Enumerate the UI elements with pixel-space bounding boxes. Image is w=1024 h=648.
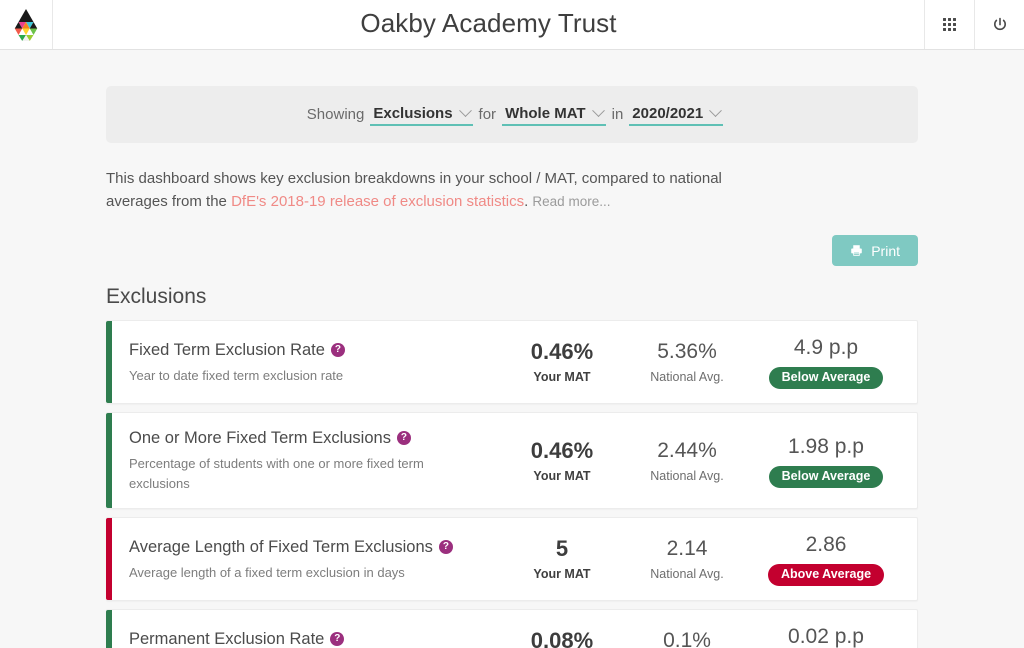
metric-card-body: Permanent Exclusion Rate ? Year to date … bbox=[112, 610, 917, 648]
report-type-select[interactable]: Exclusions bbox=[370, 103, 473, 126]
your-value-label: Your MAT bbox=[533, 468, 591, 483]
description-line-2-prefix: averages from the bbox=[106, 193, 232, 210]
year-select[interactable]: 2020/2021 bbox=[629, 103, 724, 126]
metric-info: Average Length of Fixed Term Exclusions … bbox=[129, 536, 501, 583]
national-value-label: National Avg. bbox=[650, 567, 724, 581]
apps-menu-button[interactable] bbox=[924, 0, 974, 49]
brand-logo[interactable] bbox=[0, 0, 53, 49]
metric-card-body: One or More Fixed Term Exclusions ? Perc… bbox=[112, 413, 917, 508]
difference-value: 0.02 p.p bbox=[788, 625, 864, 648]
toolbar: Print bbox=[106, 235, 918, 266]
oakby-triangle-logo bbox=[14, 8, 38, 41]
status-badge: Below Average bbox=[768, 465, 884, 488]
for-label: for bbox=[478, 106, 497, 123]
dashboard-description: This dashboard shows key exclusion break… bbox=[106, 167, 746, 213]
metrics-list: Fixed Term Exclusion Rate ? Year to date… bbox=[106, 320, 918, 648]
national-value: 0.1% bbox=[663, 629, 711, 648]
year-value: 2020/2021 bbox=[632, 104, 704, 122]
difference-value: 4.9 p.p bbox=[793, 336, 859, 359]
national-value-column: 0.1% National Avg. bbox=[623, 628, 751, 648]
metric-title-text: One or More Fixed Term Exclusions bbox=[129, 429, 391, 447]
metric-info: One or More Fixed Term Exclusions ? Perc… bbox=[129, 427, 501, 494]
print-button[interactable]: Print bbox=[832, 235, 918, 266]
page-title: Oakby Academy Trust bbox=[360, 8, 617, 38]
your-value-column: 0.08% Your MAT bbox=[501, 628, 623, 648]
difference-value: 1.98 p.p bbox=[788, 434, 864, 458]
your-value-column: 0.46% Your MAT bbox=[501, 339, 623, 385]
your-value: 5 bbox=[555, 536, 569, 561]
metric-card[interactable]: One or More Fixed Term Exclusions ? Perc… bbox=[106, 412, 918, 509]
showing-label: Showing bbox=[306, 106, 365, 123]
metric-card-body: Fixed Term Exclusion Rate ? Year to date… bbox=[112, 321, 917, 403]
metric-card[interactable]: Average Length of Fixed Term Exclusions … bbox=[106, 517, 918, 601]
your-value: 0.46% bbox=[530, 339, 594, 364]
difference-value: 2.86 bbox=[805, 533, 847, 556]
chevron-down-icon bbox=[591, 103, 605, 117]
header-actions bbox=[924, 0, 1024, 49]
difference-column: 1.98 p.p Below Average bbox=[751, 434, 901, 488]
your-value-label: Your MAT bbox=[533, 370, 591, 384]
metric-title: Fixed Term Exclusion Rate ? bbox=[129, 339, 491, 361]
metric-description: Average length of a fixed term exclusion… bbox=[129, 564, 405, 580]
national-value: 2.14 bbox=[666, 537, 708, 560]
national-value: 5.36% bbox=[657, 340, 717, 363]
in-label: in bbox=[611, 106, 624, 123]
national-value-column: 2.14 National Avg. bbox=[623, 536, 751, 582]
print-button-label: Print bbox=[871, 242, 900, 259]
metric-description: Year to date fixed term exclusion rate bbox=[129, 367, 344, 383]
help-circle-icon[interactable]: ? bbox=[438, 539, 453, 554]
chevron-down-icon bbox=[458, 103, 472, 117]
metric-title: One or More Fixed Term Exclusions ? bbox=[129, 427, 491, 449]
read-more-link[interactable]: Read more... bbox=[532, 194, 610, 209]
difference-column: 0.02 p.p Below Average bbox=[751, 624, 901, 648]
national-value-column: 5.36% National Avg. bbox=[623, 339, 751, 385]
national-value-label: National Avg. bbox=[650, 468, 724, 483]
your-value: 0.08% bbox=[530, 628, 594, 648]
difference-column: 4.9 p.p Below Average bbox=[751, 335, 901, 389]
chevron-down-icon bbox=[709, 103, 723, 117]
help-circle-icon[interactable]: ? bbox=[396, 431, 411, 445]
your-value-column: 5 Your MAT bbox=[501, 536, 623, 582]
power-icon bbox=[993, 17, 1006, 30]
metric-card[interactable]: Fixed Term Exclusion Rate ? Year to date… bbox=[106, 320, 918, 404]
metric-card[interactable]: Permanent Exclusion Rate ? Year to date … bbox=[106, 609, 918, 648]
your-value-label: Your MAT bbox=[533, 567, 591, 581]
section-heading: Exclusions bbox=[106, 285, 207, 308]
national-value-label: National Avg. bbox=[650, 370, 724, 384]
scope-value: Whole MAT bbox=[505, 104, 586, 122]
status-badge: Below Average bbox=[768, 367, 884, 389]
help-circle-icon[interactable]: ? bbox=[330, 342, 345, 357]
metric-title: Average Length of Fixed Term Exclusions … bbox=[129, 536, 491, 558]
metric-info: Permanent Exclusion Rate ? Year to date … bbox=[129, 628, 501, 648]
help-circle-icon[interactable]: ? bbox=[330, 631, 345, 646]
your-value: 0.46% bbox=[530, 437, 594, 463]
page-content: Showing Exclusions for Whole MAT in 2020… bbox=[0, 86, 1024, 648]
grid-apps-icon bbox=[943, 18, 956, 31]
difference-column: 2.86 Above Average bbox=[751, 532, 901, 586]
national-value-column: 2.44% National Avg. bbox=[623, 438, 751, 484]
metric-description: Percentage of students with one or more … bbox=[129, 456, 424, 491]
report-type-value: Exclusions bbox=[373, 104, 453, 122]
scope-select[interactable]: Whole MAT bbox=[502, 103, 606, 126]
status-badge: Above Average bbox=[767, 564, 885, 586]
filter-bar: Showing Exclusions for Whole MAT in 2020… bbox=[106, 86, 918, 143]
description-line-1: This dashboard shows key exclusion break… bbox=[106, 170, 722, 187]
metric-title: Permanent Exclusion Rate ? bbox=[129, 628, 491, 648]
app-header: Oakby Academy Trust bbox=[0, 0, 1024, 50]
metric-info: Fixed Term Exclusion Rate ? Year to date… bbox=[129, 339, 501, 386]
metric-title-text: Average Length of Fixed Term Exclusions bbox=[129, 537, 433, 556]
printer-icon bbox=[851, 245, 862, 256]
your-value-column: 0.46% Your MAT bbox=[501, 438, 623, 484]
metric-card-body: Average Length of Fixed Term Exclusions … bbox=[112, 518, 917, 600]
dfe-statistics-link[interactable]: DfE's 2018-19 release of exclusion stati… bbox=[231, 193, 524, 210]
metric-title-text: Fixed Term Exclusion Rate bbox=[129, 340, 325, 359]
metric-title-text: Permanent Exclusion Rate bbox=[129, 629, 325, 648]
national-value: 2.44% bbox=[657, 438, 717, 462]
logout-button[interactable] bbox=[974, 0, 1024, 49]
